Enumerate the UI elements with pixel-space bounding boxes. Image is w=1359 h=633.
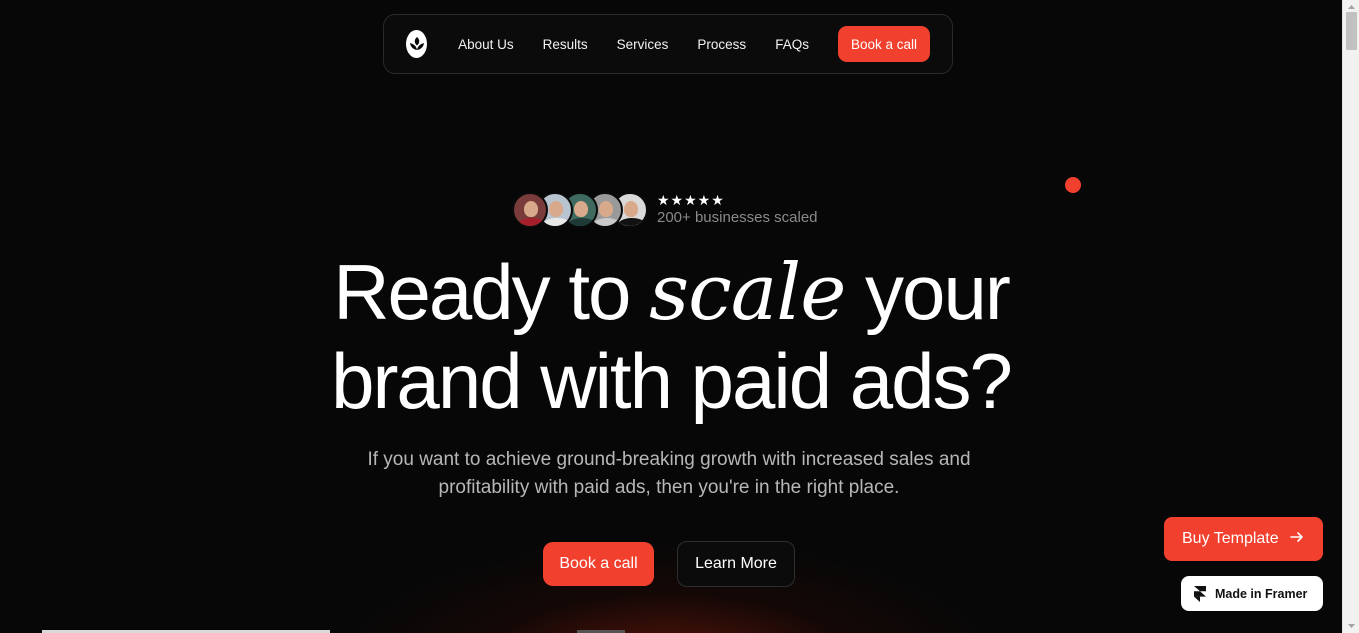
avatar-shirt — [567, 218, 596, 226]
headline-line2: brand with paid ads? — [331, 337, 1013, 425]
headline-line1-after: your — [845, 248, 1011, 336]
avatar — [512, 192, 548, 228]
headline-line1-before: Ready to — [333, 248, 650, 336]
buy-template-label: Buy Template — [1182, 530, 1279, 547]
hero-subtitle: If you want to achieve ground-breaking g… — [367, 449, 971, 498]
nav-link-process[interactable]: Process — [697, 37, 746, 52]
avatar-shirt — [592, 218, 621, 226]
buy-template-button[interactable]: Buy Template — [1164, 517, 1323, 561]
avatar-shirt — [517, 218, 546, 226]
top-navbar: About Us Results Services Process FAQs B… — [383, 14, 953, 74]
made-in-framer-badge[interactable]: Made in Framer — [1181, 576, 1323, 611]
avatar-shirt — [542, 218, 571, 226]
framer-logo-icon — [1194, 585, 1206, 602]
avatar-face — [524, 201, 538, 217]
nav-link-services[interactable]: Services — [617, 37, 669, 52]
page-viewport: About Us Results Services Process FAQs B… — [0, 0, 1342, 633]
avatar-face — [599, 201, 613, 217]
proof-text: ★★★★★ 200+ businesses scaled — [657, 192, 818, 228]
nav-book-call-button[interactable]: Book a call — [837, 26, 930, 62]
scrollbar-thumb[interactable] — [1346, 12, 1357, 50]
avatar-face — [624, 201, 638, 217]
nav-link-faqs[interactable]: FAQs — [775, 37, 809, 52]
nav-link-about-us[interactable]: About Us — [458, 37, 514, 52]
avatar-face — [549, 201, 563, 217]
star-rating: ★★★★★ — [657, 192, 725, 208]
avatar-shirt — [617, 218, 646, 226]
leaf-logo-icon[interactable] — [406, 30, 428, 58]
avatar-group — [512, 192, 648, 228]
arrow-right-icon — [1289, 529, 1305, 548]
scroll-down-arrow-icon[interactable] — [1343, 619, 1359, 633]
social-proof: ★★★★★ 200+ businesses scaled — [512, 190, 818, 230]
learn-more-button[interactable]: Learn More — [677, 541, 795, 587]
avatar-face — [574, 201, 588, 217]
framer-badge-label: Made in Framer — [1215, 586, 1308, 601]
nav-link-results[interactable]: Results — [543, 37, 588, 52]
vertical-scrollbar[interactable] — [1342, 0, 1359, 633]
headline-italic-word: scale — [649, 248, 846, 338]
decorative-red-dot — [1065, 177, 1081, 193]
book-call-button[interactable]: Book a call — [543, 542, 654, 586]
proof-label: 200+ businesses scaled — [657, 209, 818, 226]
hero-headline: Ready to scale your brand with paid ads? — [0, 248, 1342, 425]
